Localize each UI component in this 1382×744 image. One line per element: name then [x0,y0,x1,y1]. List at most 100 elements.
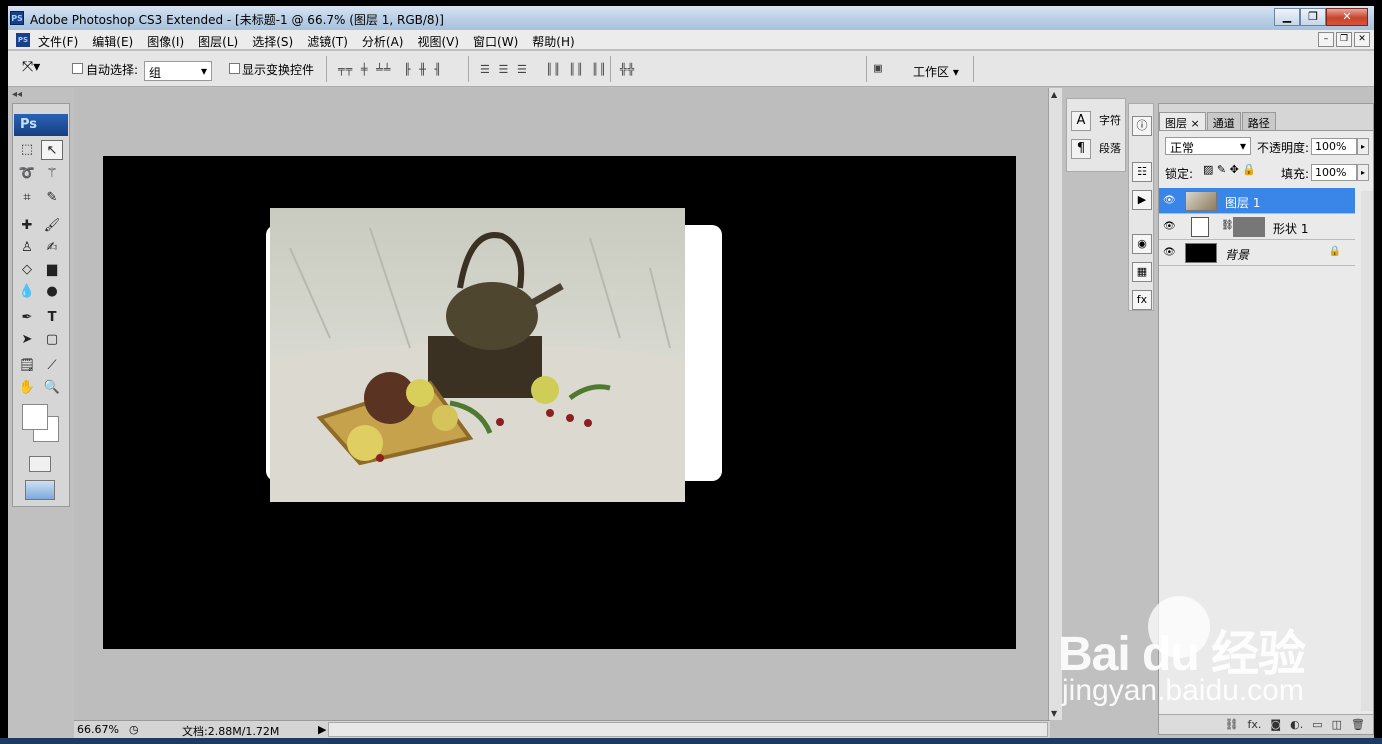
auto-select-dropdown[interactable]: 组 [144,61,212,81]
show-transform-checkbox[interactable] [229,63,240,74]
slice-tool-icon[interactable]: ✎ [41,188,63,208]
canvas-area [74,88,1050,720]
auto-align-icon[interactable]: ╬╬ [620,63,635,76]
tab-layers[interactable]: 图层 × [1159,112,1206,130]
opacity-label: 不透明度: [1257,141,1310,155]
gradient-tool-icon[interactable]: ▆ [41,260,63,280]
menu-window[interactable]: 窗口(W) [473,33,518,50]
menu-edit[interactable]: 编辑(E) [92,33,133,50]
eraser-tool-icon[interactable]: ◇ [16,260,38,280]
close-button[interactable]: ✕ [1326,8,1368,26]
canvas-vertical-scrollbar[interactable]: ▲ ▼ [1048,88,1062,720]
lock-icon: 🔒 [1328,246,1341,257]
add-mask-icon[interactable]: ◙ [1270,718,1281,731]
status-menu-arrow-icon[interactable]: ▶ [318,723,326,736]
fill-arrow-icon[interactable]: ▸ [1357,164,1369,181]
adjustment-layer-icon[interactable]: ◐. [1290,718,1303,731]
layer-row-background[interactable]: 👁 背景 🔒 [1159,240,1355,266]
paragraph-panel-button[interactable]: ¶ 段落 [1071,139,1121,161]
menu-file[interactable]: 文件(F) [38,33,78,50]
trash-icon[interactable]: 🗑 [1351,718,1365,731]
notes-tool-icon[interactable]: 🗒 [16,356,38,376]
fx-icon[interactable]: fx. [1248,718,1262,731]
eyedropper-tool-icon[interactable]: ⟋ [41,356,63,376]
menu-help[interactable]: 帮助(H) [532,33,574,50]
menu-analysis[interactable]: 分析(A) [362,33,404,50]
status-info-icon[interactable]: ◷ [129,723,139,736]
quick-mask-button[interactable] [29,456,51,472]
doc-close-button[interactable]: ✕ [1354,32,1370,47]
pen-tool-icon[interactable]: ✒ [16,308,38,328]
lasso-tool-icon[interactable]: ➰ [16,164,38,184]
actions-icon[interactable]: ▶ [1132,190,1152,210]
eye-icon[interactable]: 👁 [1163,221,1176,232]
menu-select[interactable]: 选择(S) [252,33,293,50]
layer-row-layer1[interactable]: 👁 图层 1 [1159,188,1355,214]
menu-view[interactable]: 视图(V) [417,33,459,50]
bridge-icon[interactable]: ▣ [874,61,883,76]
distribute-horizontal-icons[interactable]: ║║ ║║ ║║ [546,63,607,76]
new-group-icon[interactable]: ▭ [1312,718,1322,731]
doc-minimize-button[interactable]: – [1318,32,1334,47]
zoom-level[interactable]: 66.67% [77,723,119,736]
styles-icon[interactable]: fx [1132,290,1152,310]
document-canvas[interactable] [103,156,1016,649]
zoom-tool-icon[interactable]: 🔍 [41,378,63,398]
distribute-vertical-icons[interactable]: ☰ ☰ ☰ [480,63,528,76]
menu-filter[interactable]: 滤镜(T) [307,33,348,50]
maximize-button[interactable]: ❐ [1300,8,1326,26]
info-icon[interactable]: ⓘ [1132,116,1152,136]
character-label: 字符 [1099,114,1121,127]
screen-mode-button[interactable] [25,480,55,500]
blend-mode-dropdown[interactable]: 正常 [1165,137,1251,155]
new-layer-icon[interactable]: ◫ [1332,718,1342,731]
link-layers-icon[interactable]: ⛓ [1225,718,1239,731]
foreground-color-swatch[interactable] [22,404,48,430]
crop-tool-icon[interactable]: ⌗ [16,188,38,208]
align-top-icons[interactable]: ╤╤ ╪ ╧╧ [338,63,391,76]
minimize-button[interactable]: ▁ [1274,8,1300,26]
history-icon[interactable]: ☷ [1132,162,1152,182]
show-transform-label: 显示变换控件 [242,63,315,77]
character-panel-button[interactable]: A 字符 [1071,111,1121,133]
opacity-input[interactable]: 100% [1311,138,1357,155]
layers-footer: ⛓ fx. ◙ ◐. ▭ ◫ 🗑 [1159,714,1373,734]
shape-tool-icon[interactable]: ▢ [41,330,63,350]
tab-paths[interactable]: 路径 [1241,112,1276,130]
canvas-horizontal-scrollbar[interactable] [328,722,1048,737]
move-tool-icon[interactable]: ↖ [41,140,63,160]
layer-row-shape1[interactable]: 👁 ⛓ 形状 1 [1159,214,1355,240]
path-selection-tool-icon[interactable]: ➤ [16,330,38,350]
clone-stamp-tool-icon[interactable]: ♙ [16,238,38,258]
eye-icon[interactable]: 👁 [1163,195,1176,206]
swatches-icon[interactable]: ▦ [1132,262,1152,282]
still-life-photo [270,208,685,502]
menu-layer[interactable]: 图层(L) [198,33,238,50]
dodge-tool-icon[interactable]: ● [41,282,63,302]
move-tool-preset-icon[interactable]: ⤧▾ [22,59,40,75]
blur-tool-icon[interactable]: 💧 [16,282,38,302]
auto-select-checkbox[interactable] [72,63,83,74]
healing-brush-tool-icon[interactable]: ✚ [16,216,38,236]
workspace-menu[interactable]: 工作区 ▾ [913,63,959,80]
doc-restore-button[interactable]: ❐ [1336,32,1352,47]
fill-input[interactable]: 100% [1311,164,1357,181]
layer-name: 形状 1 [1273,222,1309,236]
history-brush-tool-icon[interactable]: ✍ [41,238,63,258]
eye-icon[interactable]: 👁 [1163,247,1176,258]
layers-scrollbar[interactable] [1361,191,1373,711]
shape-fill-thumbnail [1191,217,1209,237]
color-icon[interactable]: ◉ [1132,234,1152,254]
magic-wand-tool-icon[interactable]: ⚚ [41,164,63,184]
type-tool-icon[interactable]: T [41,308,63,328]
toolbox-collapse-icon[interactable]: ◂◂ [12,89,22,100]
align-left-icons[interactable]: ╟ ╫ ╢ [404,63,442,76]
tab-channels[interactable]: 通道 [1206,112,1241,130]
marquee-tool-icon[interactable]: ⬚ [16,140,38,160]
brush-tool-icon[interactable]: 🖌 [41,216,63,236]
ps-logo: Ps [14,114,68,136]
menu-image[interactable]: 图像(I) [147,33,184,50]
lock-options-icons[interactable]: ▨ ✎ ✥ 🔒 [1203,163,1256,176]
hand-tool-icon[interactable]: ✋ [16,378,38,398]
opacity-arrow-icon[interactable]: ▸ [1357,138,1369,155]
